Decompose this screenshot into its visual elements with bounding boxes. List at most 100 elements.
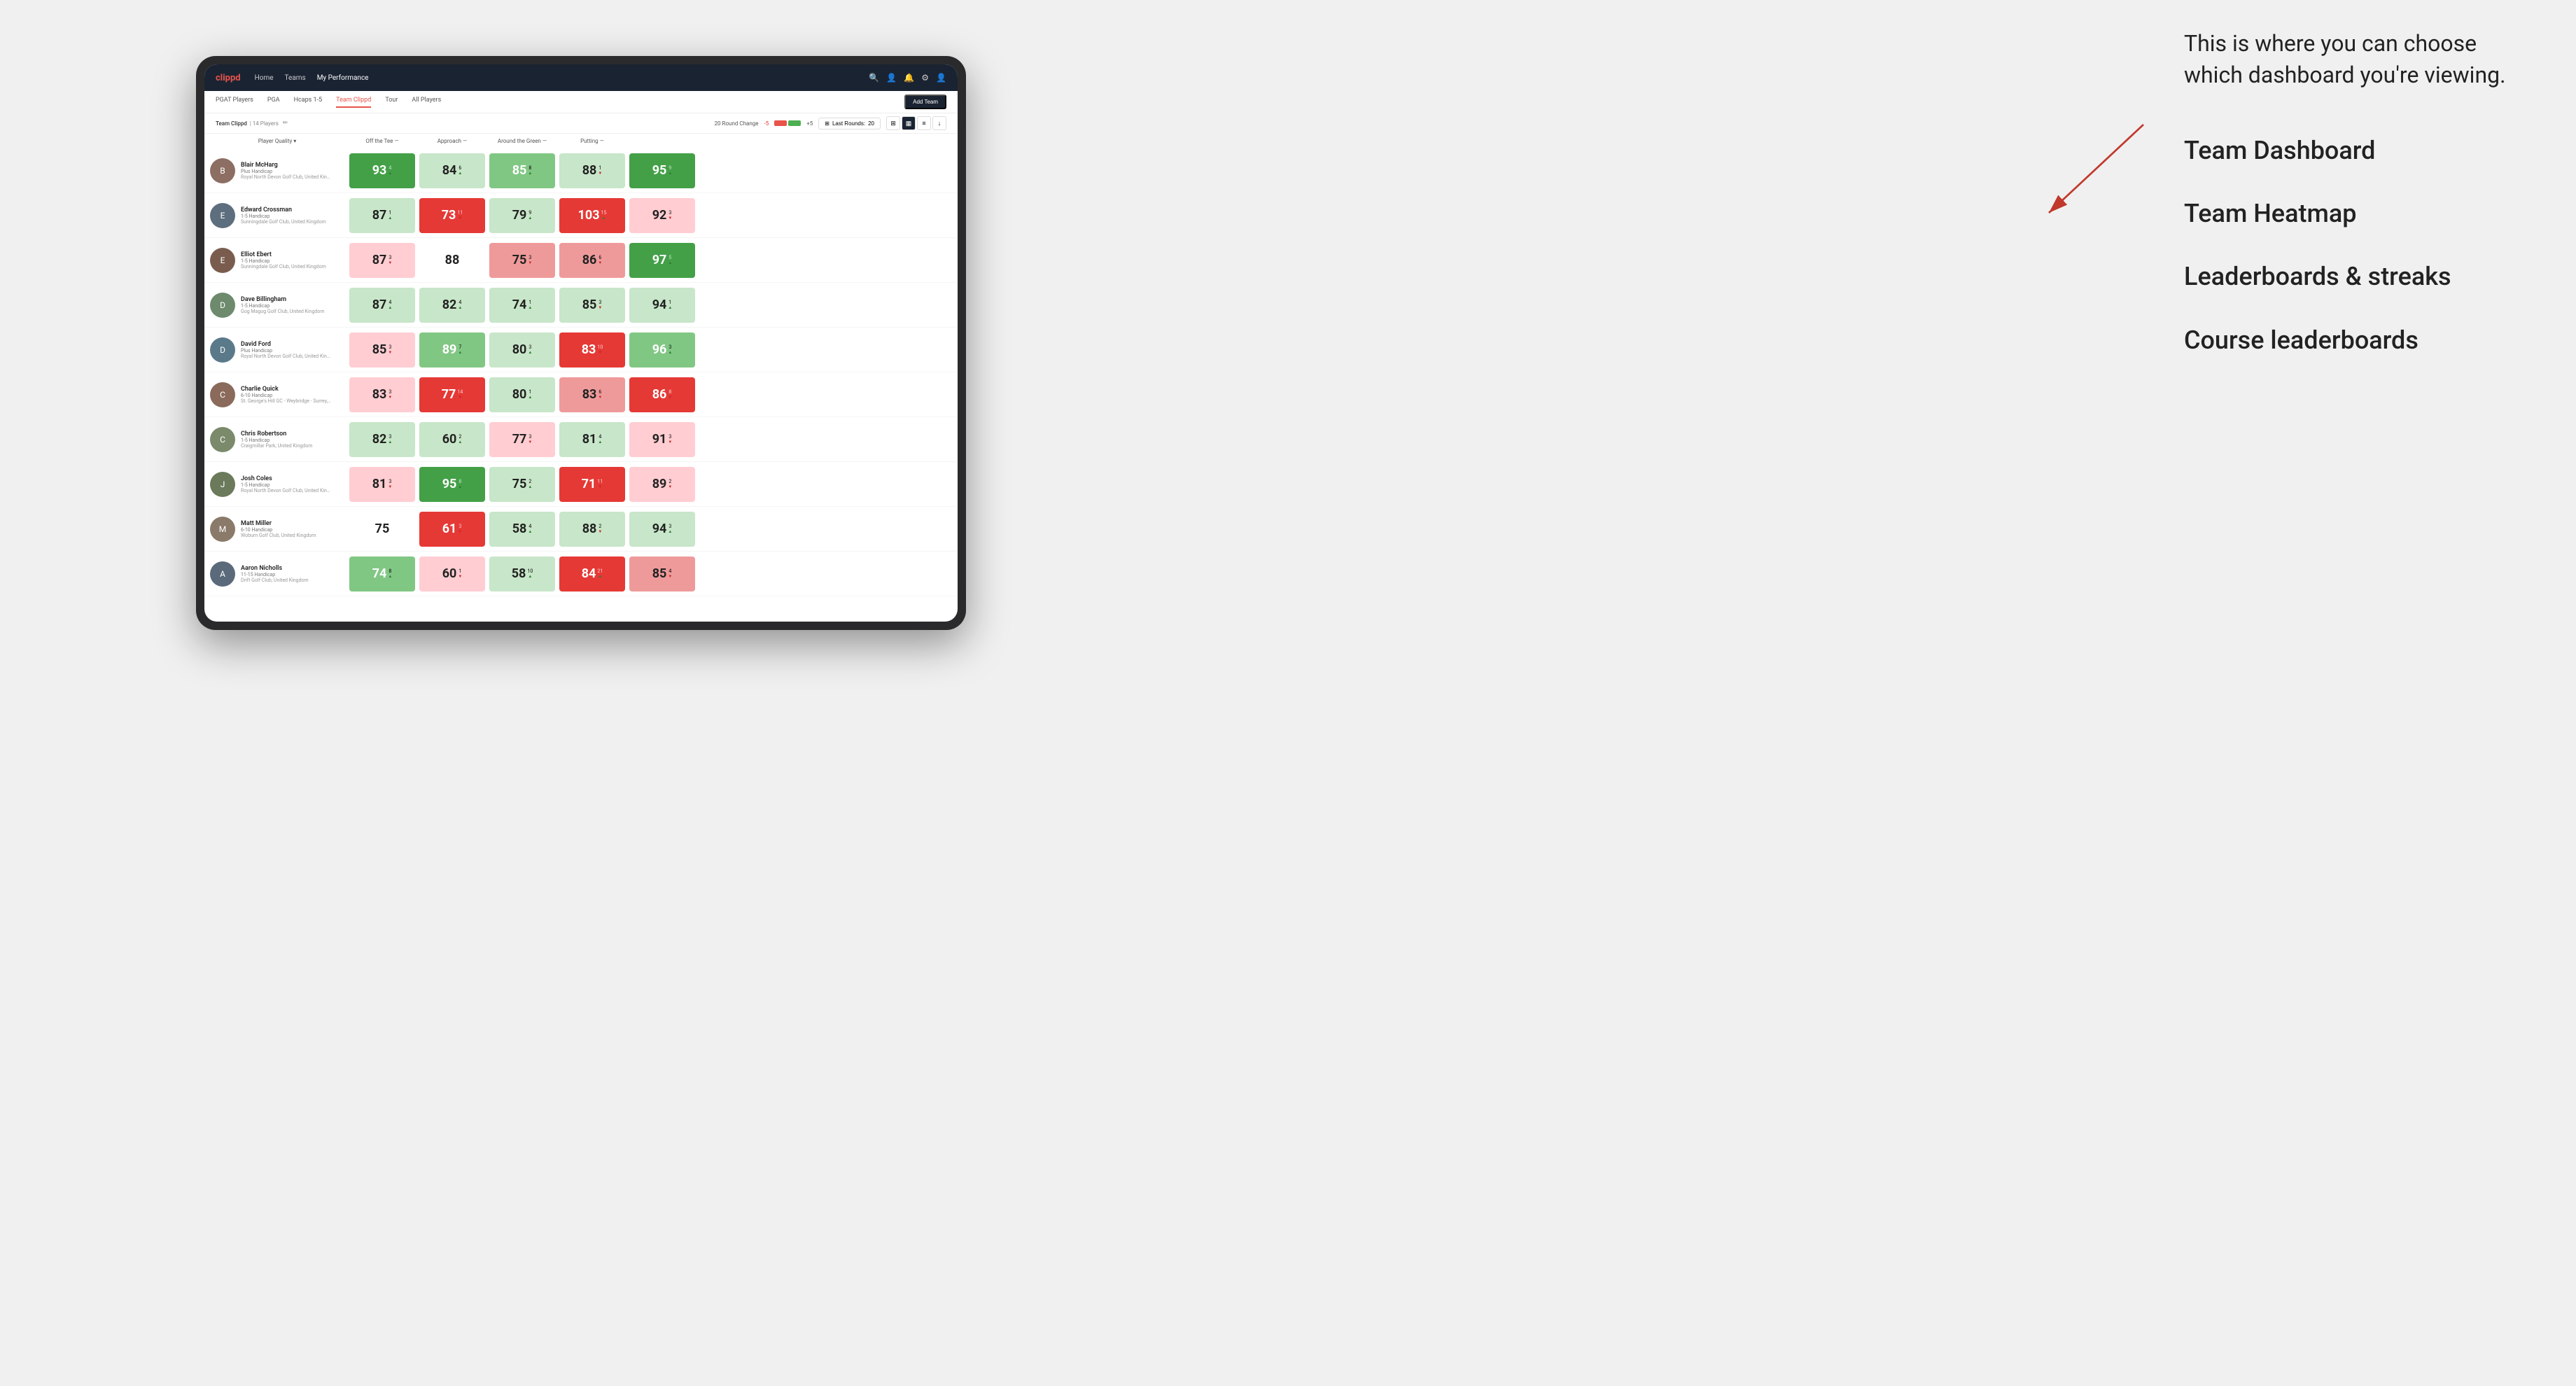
- nav-link-home[interactable]: Home: [255, 74, 274, 82]
- sort-arrow-putting[interactable]: —: [600, 138, 604, 144]
- player-club: Royal North Devon Golf Club, United King…: [241, 354, 332, 359]
- heatmap-view-button[interactable]: ▦: [902, 116, 916, 130]
- score-value: 97: [652, 253, 667, 267]
- score-cell: 801▲: [489, 377, 555, 412]
- sort-arrow-approach[interactable]: —: [463, 138, 467, 144]
- player-name: Charlie Quick: [241, 386, 332, 393]
- edit-icon[interactable]: ✏: [283, 120, 288, 127]
- score-change: 2▼: [668, 479, 672, 489]
- col-header-putting: Putting —: [557, 134, 627, 148]
- table-row[interactable]: DDave Billingham1-5 HandicapGog Magog Go…: [204, 283, 958, 328]
- player-name: Elliot Ebert: [241, 251, 326, 258]
- arrow-down-icon: ▼: [388, 260, 392, 265]
- score-value: 80: [512, 342, 527, 357]
- score-cell: 854▼: [629, 556, 695, 592]
- table-row[interactable]: EEdward Crossman1-5 HandicapSunningdale …: [204, 193, 958, 238]
- dashboard-option-leaderboards[interactable]: Leaderboards & streaks: [2184, 259, 2534, 294]
- score-cell: 753▼: [489, 243, 555, 278]
- bell-icon[interactable]: 🔔: [904, 73, 914, 83]
- avatar-icon[interactable]: 👤: [936, 73, 946, 83]
- score-cell: 7311▼: [419, 198, 485, 233]
- tab-teamclippd[interactable]: Team Clippd: [336, 97, 371, 108]
- score-change: 3▲: [668, 524, 672, 534]
- table-row[interactable]: EElliot Ebert1-5 HandicapSunningdale Gol…: [204, 238, 958, 283]
- tab-pga[interactable]: PGA: [267, 97, 280, 108]
- sort-arrow-player[interactable]: ▾: [293, 138, 296, 144]
- score-cell: 773▼: [489, 422, 555, 457]
- grid-view-button[interactable]: ⊞: [886, 116, 900, 130]
- score-cell: 824▲: [419, 288, 485, 323]
- settings-icon[interactable]: ⚙: [921, 73, 929, 83]
- dashboard-option-team[interactable]: Team Dashboard: [2184, 133, 2534, 168]
- list-view-button[interactable]: ≡: [917, 116, 931, 130]
- score-change: 1▲: [528, 390, 532, 400]
- score-cell: 752▲: [489, 467, 555, 502]
- score-value: 91: [652, 432, 667, 447]
- nav-link-teams[interactable]: Teams: [285, 74, 306, 82]
- table-row[interactable]: JJosh Coles1-5 HandicapRoyal North Devon…: [204, 462, 958, 507]
- arrow-up-icon: ▲: [528, 484, 532, 489]
- last-rounds-button[interactable]: ⊞ Last Rounds: 20: [818, 118, 881, 130]
- col-header-around: Around the Green —: [487, 134, 557, 148]
- dashboard-option-course[interactable]: Course leaderboards: [2184, 323, 2534, 358]
- score-value: 88: [445, 253, 460, 267]
- table-row[interactable]: AAaron Nicholls11-15 HandicapDrift Golf …: [204, 552, 958, 596]
- avatar: D: [210, 293, 235, 318]
- table-row[interactable]: MMatt Miller6-10 HandicapWoburn Golf Clu…: [204, 507, 958, 552]
- player-handicap: 1-5 Handicap: [241, 303, 325, 309]
- sort-arrow-tee[interactable]: —: [394, 138, 398, 144]
- add-team-button[interactable]: Add Team: [904, 94, 946, 109]
- arrow-down-icon: ▼: [528, 260, 532, 265]
- score-cell: 741▲: [489, 288, 555, 323]
- user-icon[interactable]: 👤: [886, 73, 897, 83]
- score-change: 10▼: [597, 345, 603, 355]
- table-row[interactable]: DDavid FordPlus HandicapRoyal North Devo…: [204, 328, 958, 372]
- annotation-arrow-icon: [2030, 112, 2156, 238]
- score-change: 7▲: [458, 345, 462, 355]
- player-handicap: 11-15 Handicap: [241, 572, 309, 578]
- dashboard-option-heatmap[interactable]: Team Heatmap: [2184, 196, 2534, 231]
- table-row[interactable]: BBlair McHargPlus HandicapRoyal North De…: [204, 148, 958, 193]
- score-cell: 934▲: [349, 153, 415, 188]
- avatar: C: [210, 382, 235, 407]
- score-value: 75: [512, 253, 527, 267]
- score-cell: 833▼: [349, 377, 415, 412]
- score-value: 75: [375, 522, 390, 536]
- sort-arrow-around[interactable]: —: [542, 138, 547, 144]
- avatar: D: [210, 337, 235, 363]
- tab-hcaps[interactable]: Hcaps 1-5: [294, 97, 323, 108]
- score-change: 3▼: [388, 255, 392, 265]
- score-cell: 897▲: [419, 332, 485, 368]
- table-row[interactable]: CCharlie Quick6-10 HandicapSt. George's …: [204, 372, 958, 417]
- score-value: 88: [582, 522, 597, 536]
- tab-tour[interactable]: Tour: [385, 97, 398, 108]
- col-header-putting-label: Putting: [580, 138, 598, 144]
- table-row[interactable]: CChris Robertson1-5 HandicapCraigmillar …: [204, 417, 958, 462]
- score-change: 3▼: [598, 300, 602, 310]
- player-name: Chris Robertson: [241, 430, 312, 438]
- tablet-screen: clippd Home Teams My Performance 🔍 👤 🔔 ⚙…: [204, 64, 958, 622]
- score-change: 8▲: [458, 479, 462, 489]
- player-details: Edward Crossman1-5 HandicapSunningdale G…: [241, 206, 326, 225]
- download-button[interactable]: ↓: [932, 116, 946, 130]
- arrow-down-icon: ▼: [528, 440, 532, 444]
- navbar: clippd Home Teams My Performance 🔍 👤 🔔 ⚙…: [204, 64, 958, 91]
- arrow-up-icon: ▲: [528, 574, 532, 579]
- search-icon[interactable]: 🔍: [869, 73, 879, 83]
- score-cell: 602▲: [419, 422, 485, 457]
- player-details: Elliot Ebert1-5 HandicapSunningdale Golf…: [241, 251, 326, 270]
- score-change: 3▼: [388, 479, 392, 489]
- col-header-around-label: Around the Green: [498, 138, 541, 144]
- arrow-up-icon: ▲: [528, 395, 532, 400]
- arrow-down-icon: ▼: [458, 395, 462, 400]
- score-value: 81: [582, 432, 597, 447]
- score-value: 85: [652, 566, 667, 581]
- player-info: EElliot Ebert1-5 HandicapSunningdale Gol…: [207, 242, 347, 279]
- arrow-up-icon: ▲: [388, 440, 392, 444]
- score-cell: 88: [419, 243, 485, 278]
- tab-allplayers[interactable]: All Players: [412, 97, 441, 108]
- nav-link-myperformance[interactable]: My Performance: [317, 74, 369, 82]
- nav-logo[interactable]: clippd: [216, 73, 241, 83]
- tab-pgat[interactable]: PGAT Players: [216, 97, 253, 108]
- score-cell: 963▲: [629, 332, 695, 368]
